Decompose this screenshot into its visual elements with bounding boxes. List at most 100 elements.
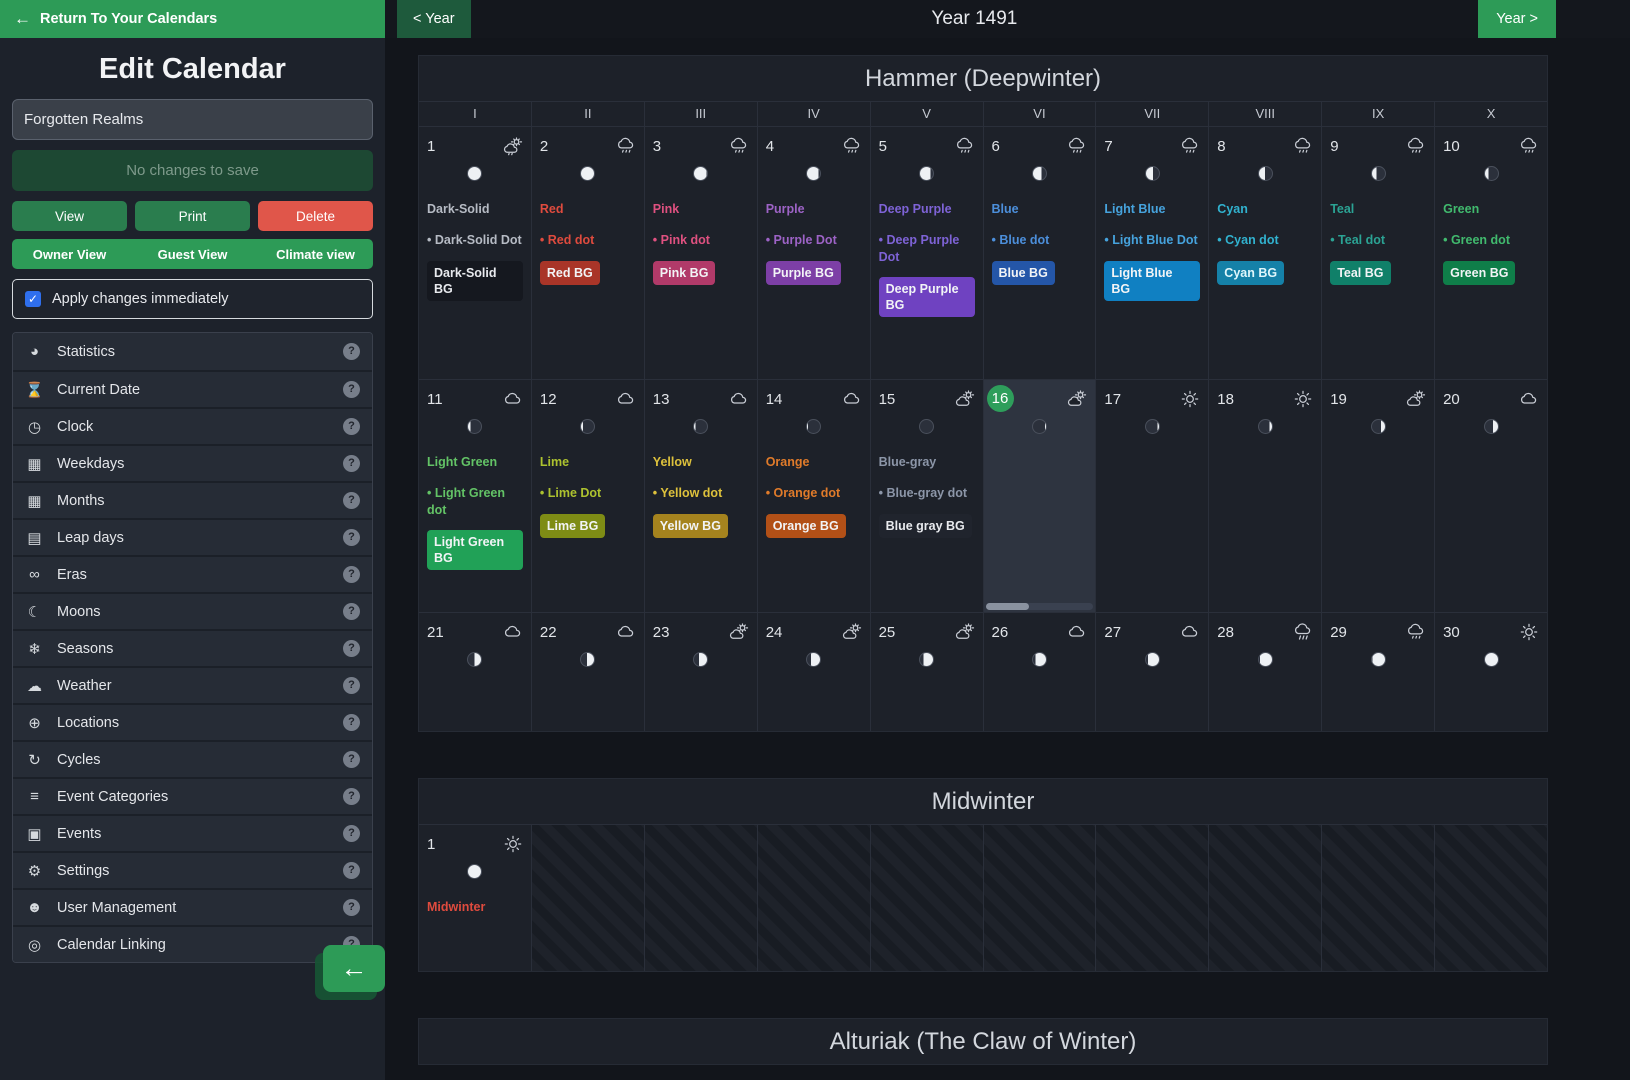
- event-bg[interactable]: Light Green BG: [427, 530, 523, 571]
- help-icon[interactable]: ?: [343, 418, 360, 435]
- event-dot[interactable]: • Orange dot: [766, 485, 862, 501]
- day-cell[interactable]: 3Pink• Pink dotPink BG: [645, 127, 757, 379]
- event-dot[interactable]: • Light Green dot: [427, 485, 523, 518]
- help-icon[interactable]: ?: [343, 677, 360, 694]
- help-icon[interactable]: ?: [343, 751, 360, 768]
- event-dot[interactable]: • Red dot: [540, 232, 636, 248]
- sidebar-item-weekdays[interactable]: ▦Weekdays?: [13, 444, 372, 481]
- event-dot[interactable]: • Teal dot: [1330, 232, 1426, 248]
- collapse-sidebar-button[interactable]: ←: [323, 945, 385, 992]
- day-cell[interactable]: 27: [1096, 613, 1208, 731]
- event-text[interactable]: Midwinter: [427, 899, 523, 915]
- help-icon[interactable]: ?: [343, 566, 360, 583]
- day-cell[interactable]: 29: [1322, 613, 1434, 731]
- event-text[interactable]: Green: [1443, 201, 1539, 217]
- day-cell-scrollbar[interactable]: [986, 603, 1094, 610]
- help-icon[interactable]: ?: [343, 603, 360, 620]
- apply-changes-row[interactable]: ✓ Apply changes immediately: [12, 279, 373, 319]
- day-cell[interactable]: 15Blue-gray• Blue-gray dotBlue gray BG: [871, 380, 983, 612]
- day-cell[interactable]: 22: [532, 613, 644, 731]
- climate-view-button[interactable]: Climate view: [258, 247, 373, 262]
- event-text[interactable]: Red: [540, 201, 636, 217]
- help-icon[interactable]: ?: [343, 825, 360, 842]
- print-button[interactable]: Print: [135, 201, 250, 231]
- day-cell[interactable]: 13Yellow• Yellow dotYellow BG: [645, 380, 757, 612]
- event-dot[interactable]: • Pink dot: [653, 232, 749, 248]
- day-cell[interactable]: 7Light Blue• Light Blue DotLight Blue BG: [1096, 127, 1208, 379]
- event-dot[interactable]: • Blue dot: [992, 232, 1088, 248]
- event-text[interactable]: Yellow: [653, 454, 749, 470]
- help-icon[interactable]: ?: [343, 455, 360, 472]
- sidebar-item-moons[interactable]: ☾Moons?: [13, 592, 372, 629]
- day-cell[interactable]: 30: [1435, 613, 1547, 731]
- day-cell[interactable]: 17: [1096, 380, 1208, 612]
- event-dot[interactable]: • Blue-gray dot: [879, 485, 975, 501]
- help-icon[interactable]: ?: [343, 640, 360, 657]
- sidebar-item-events[interactable]: ▣Events?: [13, 814, 372, 851]
- delete-button[interactable]: Delete: [258, 201, 373, 231]
- event-bg[interactable]: Dark-Solid BG: [427, 261, 523, 302]
- prev-year-button[interactable]: < Year: [397, 0, 471, 38]
- sidebar-item-seasons[interactable]: ❄Seasons?: [13, 629, 372, 666]
- event-text[interactable]: Purple: [766, 201, 862, 217]
- event-dot[interactable]: • Light Blue Dot: [1104, 232, 1200, 248]
- event-bg[interactable]: Blue BG: [992, 261, 1055, 285]
- event-bg[interactable]: Pink BG: [653, 261, 716, 285]
- event-text[interactable]: Teal: [1330, 201, 1426, 217]
- sidebar-item-event-categories[interactable]: ≡Event Categories?: [13, 777, 372, 814]
- day-cell[interactable]: 11Light Green• Light Green dotLight Gree…: [419, 380, 531, 612]
- day-cell[interactable]: 19: [1322, 380, 1434, 612]
- save-changes-button[interactable]: No changes to save: [12, 150, 373, 191]
- event-dot[interactable]: • Cyan dot: [1217, 232, 1313, 248]
- sidebar-item-months[interactable]: ▦Months?: [13, 481, 372, 518]
- event-text[interactable]: Pink: [653, 201, 749, 217]
- day-cell[interactable]: 1Dark-Solid• Dark-Solid DotDark-Solid BG: [419, 127, 531, 379]
- sidebar-item-user-management[interactable]: ☻User Management?: [13, 888, 372, 925]
- day-cell[interactable]: 2Red• Red dotRed BG: [532, 127, 644, 379]
- event-bg[interactable]: Green BG: [1443, 261, 1515, 285]
- help-icon[interactable]: ?: [343, 381, 360, 398]
- help-icon[interactable]: ?: [343, 343, 360, 360]
- help-icon[interactable]: ?: [343, 899, 360, 916]
- event-text[interactable]: Deep Purple: [879, 201, 975, 217]
- event-text[interactable]: Orange: [766, 454, 862, 470]
- next-year-button[interactable]: Year >: [1478, 0, 1556, 38]
- day-cell[interactable]: 5Deep Purple• Deep Purple DotDeep Purple…: [871, 127, 983, 379]
- day-cell[interactable]: 8Cyan• Cyan dotCyan BG: [1209, 127, 1321, 379]
- day-cell[interactable]: 9Teal• Teal dotTeal BG: [1322, 127, 1434, 379]
- help-icon[interactable]: ?: [343, 492, 360, 509]
- owner-view-button[interactable]: Owner View: [12, 247, 127, 262]
- day-cell[interactable]: 21: [419, 613, 531, 731]
- day-cell[interactable]: 12Lime• Lime DotLime BG: [532, 380, 644, 612]
- day-cell[interactable]: 10Green• Green dotGreen BG: [1435, 127, 1547, 379]
- sidebar-item-cycles[interactable]: ↻Cycles?: [13, 740, 372, 777]
- day-cell[interactable]: 4Purple• Purple DotPurple BG: [758, 127, 870, 379]
- guest-view-button[interactable]: Guest View: [135, 247, 250, 262]
- event-dot[interactable]: • Yellow dot: [653, 485, 749, 501]
- day-cell[interactable]: 25: [871, 613, 983, 731]
- day-cell[interactable]: 1Midwinter: [419, 825, 531, 971]
- event-bg[interactable]: Red BG: [540, 261, 600, 285]
- event-bg[interactable]: Cyan BG: [1217, 261, 1284, 285]
- help-icon[interactable]: ?: [343, 862, 360, 879]
- sidebar-item-statistics[interactable]: ◕Statistics?: [13, 333, 372, 370]
- event-text[interactable]: Dark-Solid: [427, 201, 523, 217]
- event-dot[interactable]: • Dark-Solid Dot: [427, 232, 523, 248]
- event-dot[interactable]: • Green dot: [1443, 232, 1539, 248]
- event-text[interactable]: Light Blue: [1104, 201, 1200, 217]
- event-bg[interactable]: Purple BG: [766, 261, 841, 285]
- event-bg[interactable]: Light Blue BG: [1104, 261, 1200, 302]
- event-text[interactable]: Blue: [992, 201, 1088, 217]
- help-icon[interactable]: ?: [343, 529, 360, 546]
- sidebar-item-locations[interactable]: ⊕Locations?: [13, 703, 372, 740]
- view-button[interactable]: View: [12, 201, 127, 231]
- event-dot[interactable]: • Purple Dot: [766, 232, 862, 248]
- event-bg[interactable]: Orange BG: [766, 514, 846, 538]
- event-bg[interactable]: Teal BG: [1330, 261, 1390, 285]
- sidebar-item-weather[interactable]: ☁Weather?: [13, 666, 372, 703]
- event-dot[interactable]: • Lime Dot: [540, 485, 636, 501]
- help-icon[interactable]: ?: [343, 788, 360, 805]
- day-cell[interactable]: 16: [984, 380, 1096, 612]
- apply-changes-checkbox[interactable]: ✓: [25, 291, 41, 307]
- sidebar-item-current-date[interactable]: ⌛Current Date?: [13, 370, 372, 407]
